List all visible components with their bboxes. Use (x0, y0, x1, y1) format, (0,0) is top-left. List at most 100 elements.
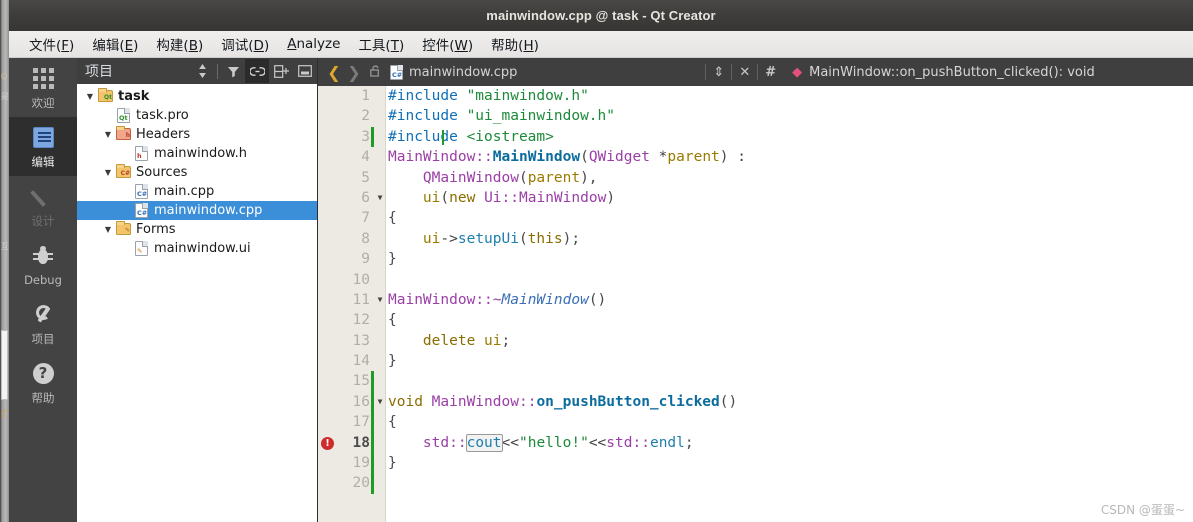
fold-toggle-icon[interactable]: ▼ (374, 392, 386, 412)
code-line[interactable]: 15 (318, 371, 1193, 392)
tree-twisty[interactable]: ▼ (83, 92, 97, 101)
code-line[interactable]: 10 (318, 270, 1193, 290)
menu-item-5[interactable]: 工具(T) (349, 31, 413, 57)
change-indicator-bar (371, 371, 374, 392)
code-line[interactable]: 3 #include <iostream> (318, 126, 1193, 148)
mode-button-项目[interactable]: 项目 (9, 294, 77, 353)
tree-item-icon: ✎ (133, 241, 150, 256)
code-line[interactable]: 5 QMainWindow(parent), (318, 168, 1193, 188)
line-number: 6 (361, 189, 370, 206)
tree-item-mainwindow.h[interactable]: h mainwindow.h (77, 144, 317, 163)
fold-toggle-icon[interactable]: ▼ (374, 188, 386, 208)
sync-selection-icon[interactable] (190, 59, 214, 83)
tree-item-icon: C# (115, 164, 132, 180)
lock-icon[interactable] (364, 64, 386, 80)
filter-icon[interactable] (221, 59, 245, 83)
mode-label: 欢迎 (31, 95, 55, 110)
code-line[interactable]: 11 ▼ MainWindow::~MainWindow() (318, 290, 1193, 310)
wrench-icon (33, 301, 54, 328)
code-line[interactable]: 4 MainWindow::MainWindow(QWidget *parent)… (318, 147, 1193, 167)
mode-button-帮助[interactable]: ? 帮助 (9, 353, 77, 412)
menu-item-6[interactable]: 控件(W) (413, 31, 482, 57)
code-line[interactable]: 14} (318, 351, 1193, 371)
menu-item-0[interactable]: 文件(F) (20, 31, 83, 57)
tree-item-mainwindow.ui[interactable]: ✎ mainwindow.ui (77, 239, 317, 258)
fold-toggle-icon[interactable]: ▼ (374, 290, 386, 310)
code-line[interactable]: 16 ▼ void MainWindow::on_pushButton_clicke… (318, 391, 1193, 413)
current-file-name: mainwindow.cpp (409, 64, 518, 80)
code-line[interactable]: 19} (318, 453, 1193, 474)
pencil-icon (33, 186, 54, 207)
menu-item-7[interactable]: 帮助(H) (482, 31, 548, 57)
code-line[interactable]: 20 (318, 473, 1193, 494)
code-line[interactable]: 1 #include "mainwindow.h" (318, 86, 1193, 106)
forms-folder-icon: ✎ (116, 221, 131, 235)
tree-item-icon: C# (133, 184, 150, 199)
menu-item-4[interactable]: Analyze (278, 33, 349, 55)
mode-label: 帮助 (31, 390, 55, 405)
tree-item-Forms[interactable]: ▼ ✎ Forms (77, 220, 317, 239)
line-number-icon[interactable]: # (765, 65, 776, 80)
code-line[interactable]: 2 #include "ui_mainwindow.h" (318, 106, 1193, 126)
navigate-back-icon[interactable]: ❮ (324, 63, 344, 82)
menu-item-2[interactable]: 构建(B) (147, 31, 212, 57)
code-line[interactable]: 7{ (318, 208, 1193, 228)
tree-item-task[interactable]: ▼ Qt task (77, 87, 317, 106)
mode-label: Debug (24, 272, 62, 287)
tree-item-mainwindow.cpp[interactable]: C# mainwindow.cpp (77, 201, 317, 220)
toolbar-divider-3 (757, 64, 759, 80)
code-line[interactable]: 6 ▼ ui(new Ui::MainWindow) (318, 188, 1193, 208)
tree-item-label: Forms (136, 222, 176, 237)
tree-item-icon: h (133, 146, 150, 161)
change-indicator-bar (371, 453, 374, 474)
mode-button-Debug[interactable]: Debug (9, 235, 77, 294)
project-side-panel: 项目 ▼ Qt task Qt task.pro ▼ h Headers h mainwindow… (77, 58, 318, 522)
tree-twisty[interactable]: ▼ (101, 130, 115, 139)
mode-button-编辑[interactable]: 编辑 (9, 117, 77, 176)
mode-button-欢迎[interactable]: 欢迎 (9, 58, 77, 117)
link-icon[interactable] (245, 59, 269, 83)
menu-item-3[interactable]: 调试(D) (212, 31, 278, 57)
current-file-tab[interactable]: C# mainwindow.cpp (386, 64, 518, 80)
mode-selector-sidebar: 欢迎编辑设计 Debug 项目? 帮助 (9, 58, 77, 522)
menu-item-1[interactable]: 编辑(E) (83, 31, 147, 57)
change-indicator-bar (371, 473, 374, 494)
file-dropdown-icon[interactable]: ⇕ (713, 65, 724, 80)
tree-item-main.cpp[interactable]: C# main.cpp (77, 182, 317, 201)
close-file-icon[interactable]: ✕ (739, 65, 750, 80)
tree-item-Headers[interactable]: ▼ h Headers (77, 125, 317, 144)
split-add-icon[interactable] (269, 59, 293, 83)
tree-item-label: mainwindow.h (154, 146, 247, 161)
code-line[interactable]: ! 18 std::cout<<"hello!"<<std::endl; (318, 432, 1193, 454)
tree-twisty[interactable]: ▼ (101, 168, 115, 177)
line-number: 20 (352, 475, 370, 492)
mode-label: 设计 (31, 213, 55, 228)
project-tree: ▼ Qt task Qt task.pro ▼ h Headers h mainwindow.h ▼… (77, 84, 317, 258)
current-symbol-label[interactable]: MainWindow::on_pushButton_clicked(): voi… (809, 65, 1095, 80)
tree-item-label: Sources (136, 165, 188, 180)
bug-icon (33, 246, 53, 266)
close-panel-icon[interactable] (293, 59, 317, 83)
line-number: 12 (352, 312, 370, 329)
code-line-text: ui->setupUi(this); (422, 230, 581, 247)
line-number: 19 (352, 455, 370, 472)
code-line[interactable]: 12 { (318, 310, 1193, 330)
tree-twisty[interactable]: ▼ (101, 225, 115, 234)
line-number: 3 (361, 128, 370, 145)
tree-item-label: main.cpp (154, 184, 215, 199)
code-line[interactable]: 9} (318, 249, 1193, 269)
headers-folder-icon: h (116, 126, 131, 140)
code-line[interactable]: 13 delete ui; (318, 331, 1193, 351)
line-number: 10 (352, 271, 370, 288)
code-text-area[interactable]: 1 #include "mainwindow.h" 2 #include "ui_ma… (318, 86, 1193, 522)
tree-item-Sources[interactable]: ▼ C# Sources (77, 163, 317, 182)
navigate-forward-icon[interactable]: ❯ (344, 63, 364, 82)
grid-icon (32, 67, 54, 89)
code-line[interactable]: 8 ui->setupUi(this); (318, 229, 1193, 249)
code-line[interactable]: 17 { (318, 412, 1193, 433)
code-line-text: delete ui; (422, 332, 511, 349)
tree-item-task.pro[interactable]: Qt task.pro (77, 106, 317, 125)
code-editor-area: ❮ ❯ C# mainwindow.cpp ⇕ ✕ # ◆ MainWindow… (318, 58, 1193, 522)
cpp-file-icon: C# (135, 184, 148, 199)
code-line-text: QMainWindow(parent), (422, 169, 598, 186)
